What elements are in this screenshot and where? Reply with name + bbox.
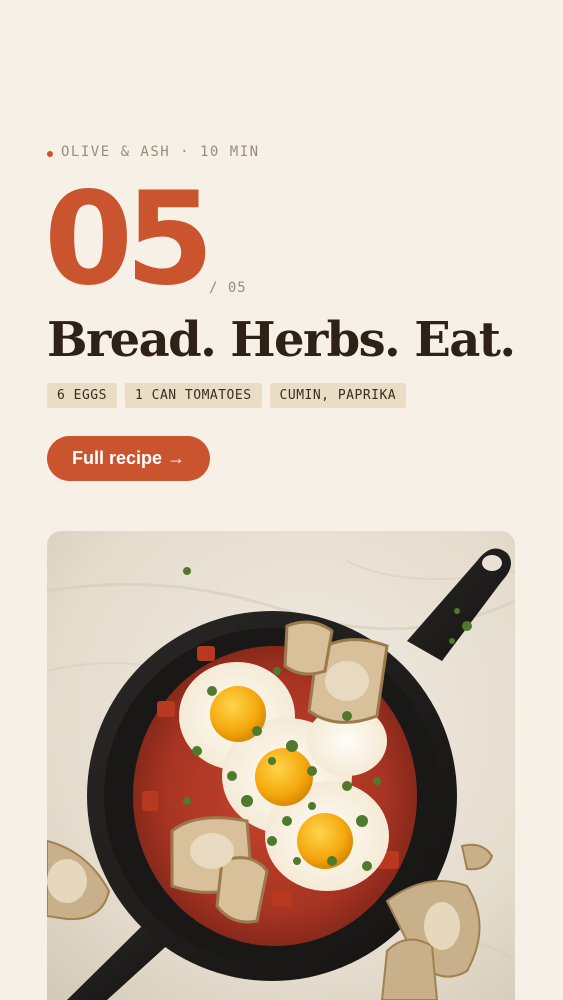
ingredient-tags: 6 EGGS 1 CAN TOMATOES CUMIN, PAPRIKA: [47, 383, 407, 408]
step-total: / 05: [209, 280, 247, 296]
step-number: 05: [44, 165, 214, 314]
kicker-label: OLIVE & ASH · 10 MIN: [61, 144, 260, 160]
ingredient-tag-eggs: 6 EGGS: [47, 383, 117, 408]
accent-dot-icon: [47, 150, 53, 157]
ingredient-tag-tomatoes: 1 CAN TOMATOES: [124, 383, 262, 408]
recipe-kicker: OLIVE & ASH · 10 MIN: [47, 144, 260, 160]
page-title: Bread. Herbs. Eat.: [47, 312, 516, 368]
ingredient-tag-spices: CUMIN, PAPRIKA: [269, 383, 407, 408]
full-recipe-button[interactable]: Full recipe →: [47, 436, 210, 481]
shakshuka-photo: [47, 531, 515, 1000]
